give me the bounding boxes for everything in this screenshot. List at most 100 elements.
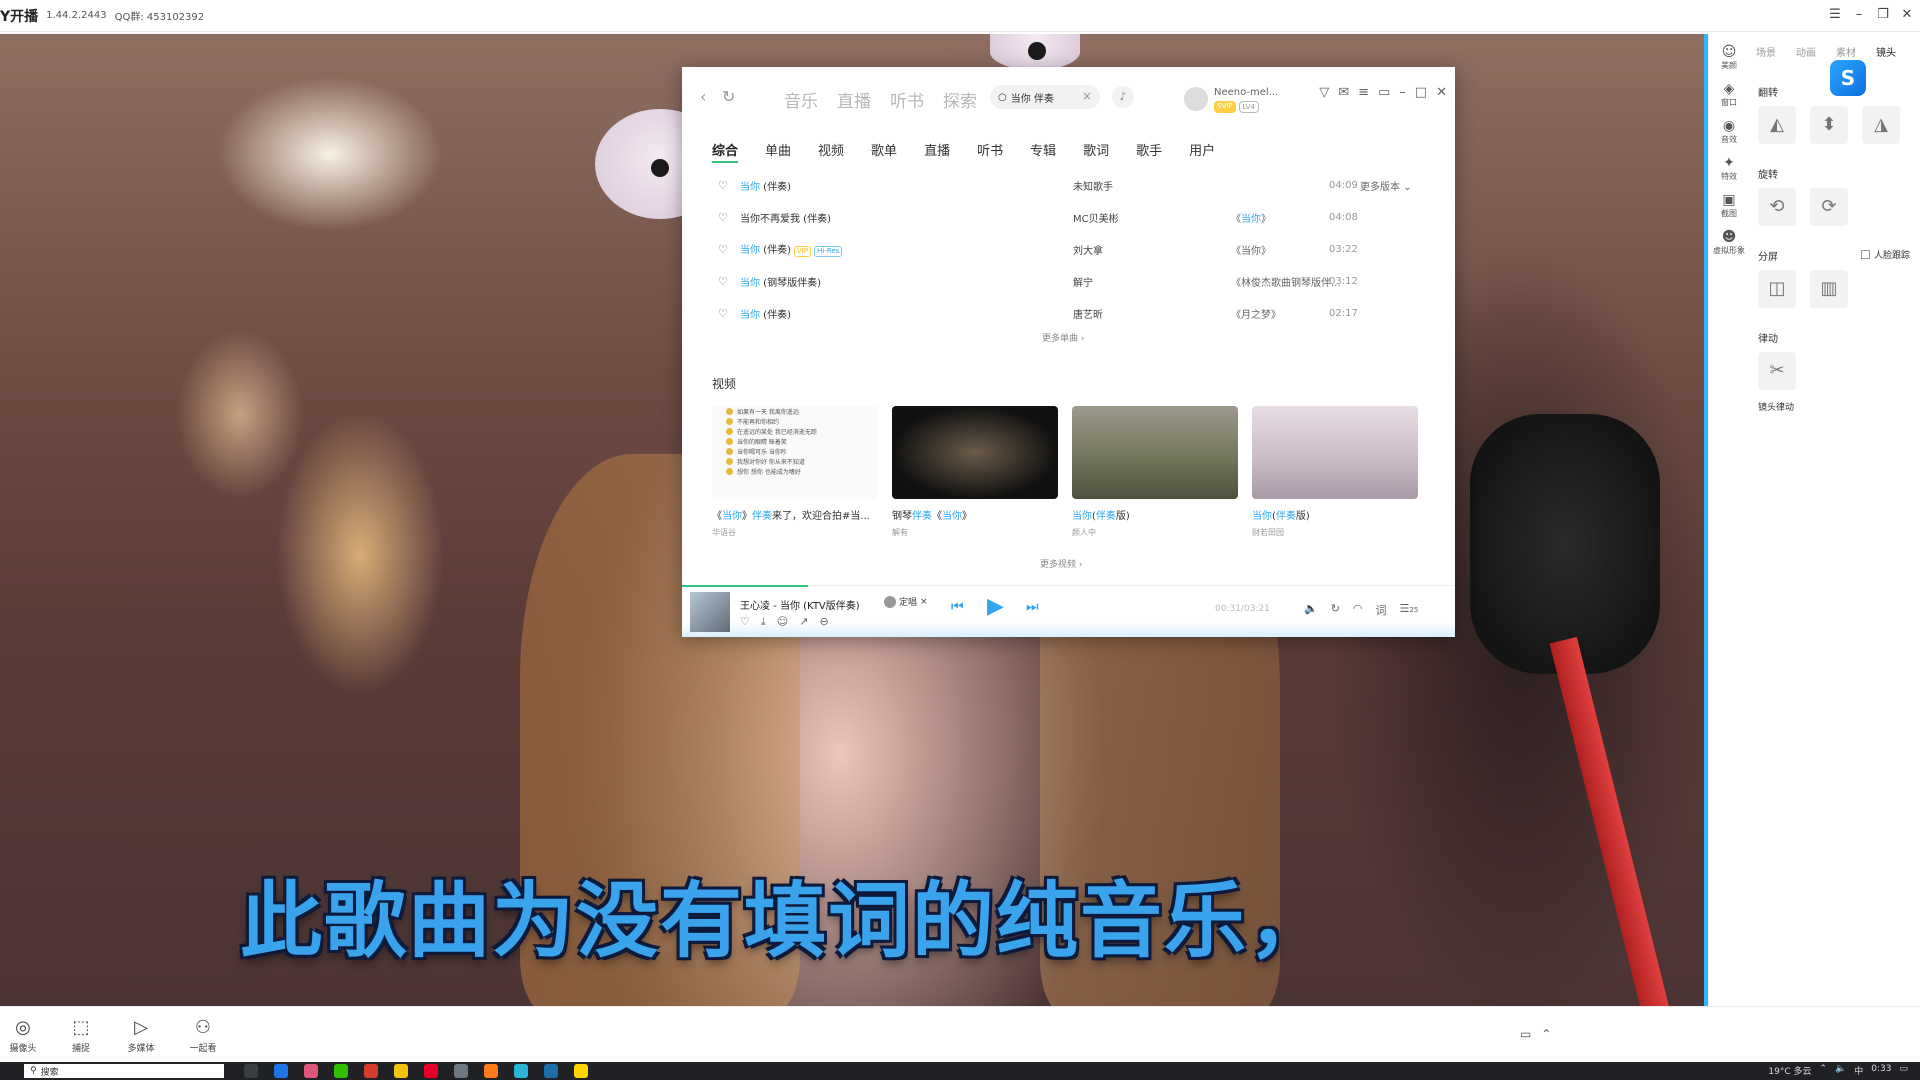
tab-live[interactable]: 直播	[924, 140, 950, 159]
nav-effects[interactable]: ✦ 特效	[1709, 155, 1749, 182]
menu-icon[interactable]: ≡	[1358, 85, 1369, 100]
wechat-icon[interactable]	[334, 1064, 348, 1078]
table-row[interactable]: ♡ 当你不再爱我 (伴奏) MC贝美彬 《当你》 04:08	[718, 201, 1418, 233]
singer-chip[interactable]: 定唱 ×	[884, 595, 928, 608]
video-thumbnail[interactable]: 如果有一天 我离你遥远 不能再和你相约 在遥远的某处 我已经消逝无踪 当你的眼睛…	[712, 406, 878, 499]
camera-switch-icon[interactable]: ▭	[1520, 1027, 1531, 1041]
song-title[interactable]: 当你 (伴奏)	[740, 306, 791, 321]
song-album[interactable]: 《林俊杰歌曲钢琴版伴...	[1231, 274, 1341, 289]
watch-together-button[interactable]: ⚇ 一起看	[180, 1017, 226, 1054]
heart-icon[interactable]: ♡	[740, 615, 750, 629]
table-row[interactable]: ♡ 当你 (伴奏) 唐艺昕 《月之梦》 02:17	[718, 297, 1418, 329]
nav-sound[interactable]: ◉ 音效	[1709, 118, 1749, 145]
download-icon[interactable]: ⤓	[761, 615, 766, 629]
tab-animation[interactable]: 动画	[1796, 44, 1816, 59]
weather-text[interactable]: 19°C 多云	[1768, 1064, 1811, 1077]
tab-audiobooks[interactable]: 听书	[977, 140, 1003, 159]
playback-progress[interactable]	[682, 585, 808, 587]
ime-indicator[interactable]: 中	[1854, 1064, 1863, 1077]
video-card[interactable]: 钢琴伴奏《当你》 解有	[892, 406, 1058, 538]
nav-beauty[interactable]: ☺ 美颜	[1709, 44, 1749, 71]
refresh-icon[interactable]: ↻	[722, 87, 735, 106]
nav-music[interactable]: 音乐	[784, 87, 818, 112]
volume-icon[interactable]: 🔈	[1835, 1064, 1846, 1077]
tab-artists[interactable]: 歌手	[1136, 140, 1162, 159]
search-input[interactable]: ○ 当你 伴奏 ×	[990, 85, 1100, 109]
flip-mirror-icon[interactable]: ◮	[1862, 106, 1900, 144]
video-card[interactable]: 当你(伴奏版) 颜人中	[1072, 406, 1238, 538]
mail-icon[interactable]: ✉	[1338, 85, 1349, 100]
video-thumbnail[interactable]	[892, 406, 1058, 499]
shake-icon[interactable]: ✂	[1758, 352, 1796, 390]
back-arrow-icon[interactable]: ‹	[700, 87, 706, 106]
song-title[interactable]: 当你 (伴奏)	[740, 178, 791, 193]
split-three-icon[interactable]: ▥	[1810, 270, 1848, 308]
app-icon[interactable]	[364, 1064, 378, 1078]
skin-icon[interactable]: ▽	[1319, 85, 1329, 100]
notification-icon[interactable]: ▭	[1899, 1064, 1908, 1077]
more-versions[interactable]: 更多版本 ⌄	[1360, 178, 1412, 193]
table-row[interactable]: ♡ 当你 (钢琴版伴奏) 解宁 《林俊杰歌曲钢琴版伴... 03:12	[718, 265, 1418, 297]
heart-icon[interactable]: ♡	[718, 243, 732, 256]
heart-icon[interactable]: ♡	[718, 275, 732, 288]
nav-audiobook[interactable]: 听书	[890, 87, 924, 112]
heart-icon[interactable]: ♡	[718, 307, 732, 320]
close-icon[interactable]: ✕	[1436, 85, 1447, 100]
flip-horizontal-icon[interactable]: ◭	[1758, 106, 1796, 144]
song-artist[interactable]: 未知歌手	[1073, 178, 1113, 193]
tab-all[interactable]: 综合	[712, 140, 739, 163]
album-cover[interactable]	[690, 592, 730, 632]
netease-music-icon[interactable]	[424, 1064, 438, 1078]
share-icon[interactable]: ↗	[799, 615, 808, 629]
app-icon[interactable]	[454, 1064, 468, 1078]
close-icon[interactable]: ×	[920, 597, 928, 607]
song-artist[interactable]: 解宁	[1073, 274, 1093, 289]
camera-button[interactable]: ◎ 摄像头	[0, 1017, 46, 1054]
kugou-icon[interactable]	[274, 1064, 288, 1078]
restore-icon[interactable]: ❐	[1876, 6, 1890, 24]
tab-users[interactable]: 用户	[1189, 140, 1215, 159]
minimize-icon[interactable]: –	[1399, 85, 1406, 100]
next-icon[interactable]: ⏭	[1026, 599, 1039, 615]
video-card[interactable]: 当你(伴奏版) 财若田园	[1252, 406, 1418, 538]
video-title[interactable]: 当你(伴奏版)	[1072, 507, 1238, 522]
app-icon[interactable]	[484, 1064, 498, 1078]
song-title[interactable]: 当你不再爱我 (伴奏)	[740, 210, 831, 225]
minimize-icon[interactable]: –	[1852, 6, 1866, 24]
song-album[interactable]: 《月之梦》	[1231, 306, 1281, 321]
tab-songs[interactable]: 单曲	[765, 140, 791, 159]
play-icon[interactable]: ▶	[987, 594, 1004, 619]
nav-screenshot[interactable]: ▣ 截图	[1709, 192, 1749, 219]
song-album[interactable]: 《当你》	[1231, 210, 1271, 225]
clear-search-icon[interactable]: ×	[1082, 89, 1092, 103]
previous-icon[interactable]: ⏮	[951, 599, 964, 615]
music-window[interactable]: ‹ ↻ 音乐 直播 听书 探索 ○ 当你 伴奏 × ♪ Neeno-mel...…	[682, 67, 1455, 637]
chevron-up-icon[interactable]: ⌃	[1819, 1064, 1827, 1077]
tab-albums[interactable]: 专辑	[1030, 140, 1056, 159]
song-album[interactable]: 《当你》	[1231, 242, 1271, 257]
table-row[interactable]: ♡ 当你 (伴奏) VIP Hi-Res 刘大拿 《当你》 03:22	[718, 233, 1418, 265]
heart-icon[interactable]: ♡	[718, 211, 732, 224]
now-playing-title[interactable]: 王心凌 - 当你 (KTV版伴奏)	[740, 597, 860, 612]
flip-vertical-icon[interactable]: ⬍	[1810, 106, 1848, 144]
more-icon[interactable]: ⊖	[819, 615, 828, 629]
video-author[interactable]: 华语谷	[712, 527, 878, 538]
loop-icon[interactable]: ↻	[1331, 602, 1340, 618]
face-tracking-toggle[interactable]: 人脸跟踪	[1861, 248, 1910, 261]
nav-window[interactable]: ◈ 窗口	[1709, 81, 1749, 108]
video-author[interactable]: 解有	[892, 527, 1058, 538]
video-title[interactable]: 当你(伴奏版)	[1252, 507, 1418, 522]
rotate-right-icon[interactable]: ⟳	[1810, 188, 1848, 226]
video-title[interactable]: 《当你》伴奏来了，欢迎合拍#当...	[712, 507, 878, 522]
avatar[interactable]	[1184, 87, 1208, 111]
tab-lyrics[interactable]: 歌词	[1083, 140, 1109, 159]
split-two-icon[interactable]: ◫	[1758, 270, 1796, 308]
song-artist[interactable]: MC贝美彬	[1073, 210, 1119, 225]
tab-videos[interactable]: 视频	[818, 140, 844, 159]
headphones-icon[interactable]: ◠	[1353, 602, 1363, 618]
heart-icon[interactable]: ♡	[718, 179, 732, 192]
song-artist[interactable]: 唐艺昕	[1073, 306, 1103, 321]
voice-search-icon[interactable]: ♪	[1112, 86, 1134, 108]
video-thumbnail[interactable]	[1072, 406, 1238, 499]
video-card[interactable]: 如果有一天 我离你遥远 不能再和你相约 在遥远的某处 我已经消逝无踪 当你的眼睛…	[712, 406, 878, 538]
